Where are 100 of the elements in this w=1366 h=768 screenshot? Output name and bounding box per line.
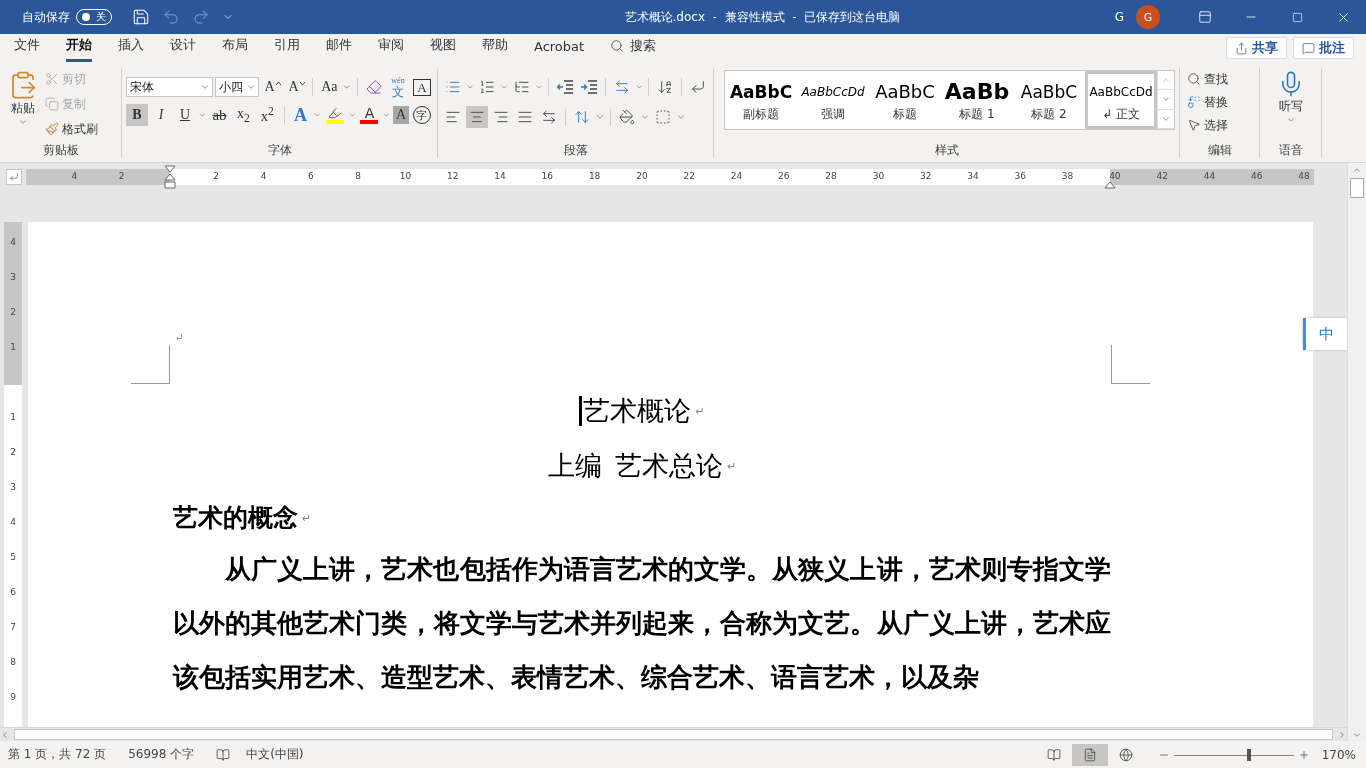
shrink-font-button[interactable]: A: [285, 76, 308, 98]
tab-selector-button[interactable]: [6, 168, 22, 185]
ruler-number: 10: [398, 170, 413, 181]
eraser-icon: [366, 79, 382, 95]
caret-icon: [1285, 115, 1296, 125]
ribbon-tab[interactable]: 设计: [170, 36, 196, 62]
ruler-number: 36: [1013, 170, 1027, 181]
paintbrush-icon: [45, 122, 59, 136]
zoom-thumb[interactable]: [1247, 748, 1252, 761]
share-button[interactable]: 共享: [1226, 37, 1287, 59]
character-shading-button[interactable]: A: [393, 106, 409, 124]
document-title: 艺术概论: [583, 396, 692, 426]
language-status[interactable]: 中文(中国): [246, 746, 304, 763]
redo-icon: [192, 8, 210, 26]
word-count[interactable]: 56998 个字: [128, 746, 195, 763]
ruler-number: 26: [777, 170, 791, 181]
input-method-indicator[interactable]: 中: [1303, 318, 1347, 350]
find-button[interactable]: 查找: [1184, 68, 1231, 90]
page-icon: [1082, 747, 1097, 762]
bullet-list-icon: [445, 79, 461, 95]
ruler-number: 24: [729, 170, 744, 181]
comments-button[interactable]: 批注: [1293, 37, 1354, 59]
ruler-number: 2: [9, 446, 17, 459]
ruler-number: 2: [9, 306, 17, 319]
strikethrough-button[interactable]: ab: [208, 104, 231, 126]
ribbon-tab[interactable]: 帮助: [482, 36, 508, 62]
align-icon: [493, 109, 509, 125]
phonetic-guide-button[interactable]: wén 文: [387, 76, 409, 98]
align-icon: [469, 109, 485, 125]
ribbon-tab[interactable]: 视图: [430, 36, 456, 62]
undo-icon: [162, 8, 180, 26]
caret-icon: [299, 81, 305, 85]
sort-icon: [657, 79, 674, 95]
caret-icon: [382, 110, 391, 120]
text-effects-button[interactable]: A: [289, 104, 312, 126]
subscript-button[interactable]: x$_{2}$: [232, 104, 255, 126]
ruler-number: 2: [212, 170, 221, 181]
character-border-button[interactable]: A: [411, 76, 433, 98]
style-item[interactable]: AaBbCcDd ↲ 正文: [1085, 71, 1157, 129]
view-button[interactable]: [1071, 743, 1108, 766]
ruler-number: 1: [9, 411, 17, 424]
font-size-field[interactable]: 小四: [214, 77, 260, 97]
user-avatar[interactable]: G: [1136, 5, 1160, 29]
align-button[interactable]: [466, 106, 488, 128]
align-icon: [517, 109, 533, 125]
right-icon: [1337, 729, 1347, 740]
group-label: 样式: [933, 142, 960, 158]
ruler-number: 6: [9, 586, 17, 599]
ruler-number: 4: [9, 516, 17, 529]
page-count[interactable]: 第 1 页，共 72 页: [8, 746, 107, 763]
ruler-number: 46: [1250, 170, 1264, 181]
grow-font-button[interactable]: A: [261, 76, 284, 98]
ribbon-tab[interactable]: 文件: [14, 36, 40, 62]
autosave-label: 自动保存: [22, 8, 70, 26]
ruler-number: 20: [635, 170, 649, 181]
ruler-number: 1: [9, 341, 17, 354]
format-painter-button[interactable]: 格式刷: [42, 118, 101, 140]
paragraph-mark: ↵: [175, 330, 186, 344]
decrease-indent-icon: [557, 80, 574, 94]
ruler-number: 12: [446, 170, 460, 181]
scroll-thumb[interactable]: [1350, 178, 1364, 198]
numbered-list-icon: [479, 79, 496, 95]
ribbon-tab[interactable]: 插入: [118, 36, 144, 62]
zoom-level[interactable]: 170%: [1321, 747, 1356, 762]
dictate-button[interactable]: 听写: [1272, 68, 1309, 142]
tab-stop-icon: [9, 171, 19, 182]
ribbon-tab[interactable]: 审阅: [378, 36, 404, 62]
bold-button[interactable]: B: [126, 104, 148, 126]
paste-button[interactable]: 粘贴: [4, 68, 42, 142]
ruler-number: 3: [9, 271, 17, 284]
font-color-button[interactable]: A: [358, 104, 381, 126]
scroll-thumb[interactable]: [14, 729, 1333, 740]
ribbon-tab[interactable]: Acrobat: [534, 39, 585, 62]
underline-button[interactable]: U: [174, 104, 196, 126]
ribbon-tab[interactable]: 邮件: [326, 36, 352, 62]
replace-icon: [1187, 95, 1201, 109]
indent-marker[interactable]: [164, 164, 176, 189]
ribbon-tab[interactable]: 布局: [222, 36, 248, 62]
select-button[interactable]: 选择: [1184, 114, 1231, 136]
ruler-number: 16: [540, 170, 555, 181]
ruler-number: 9: [9, 691, 17, 704]
ruler-number: 8: [354, 170, 362, 181]
replace-button[interactable]: 替换: [1184, 91, 1231, 113]
change-case-button[interactable]: Aa: [318, 76, 341, 98]
line-spacing-icon: [574, 109, 590, 125]
superscript-button[interactable]: x$^{2}$: [256, 104, 279, 126]
ruler-number: 3: [9, 481, 17, 494]
ribbon-tab[interactable]: 引用: [274, 36, 300, 62]
caret-icon: [676, 112, 686, 122]
ruler-number: 48: [1297, 170, 1311, 181]
caret-icon: [347, 110, 357, 120]
globe-icon: [1118, 747, 1133, 762]
search-button[interactable]: 搜索: [610, 37, 657, 62]
font-name-field[interactable]: 宋体: [126, 77, 213, 97]
ruler-number: 38: [1060, 170, 1075, 181]
caret-icon: [640, 112, 650, 122]
italic-button[interactable]: I: [150, 104, 172, 126]
ruler-number: 4: [259, 170, 268, 181]
share-icon: [1235, 41, 1248, 55]
ribbon-tab[interactable]: 开始: [66, 36, 92, 62]
